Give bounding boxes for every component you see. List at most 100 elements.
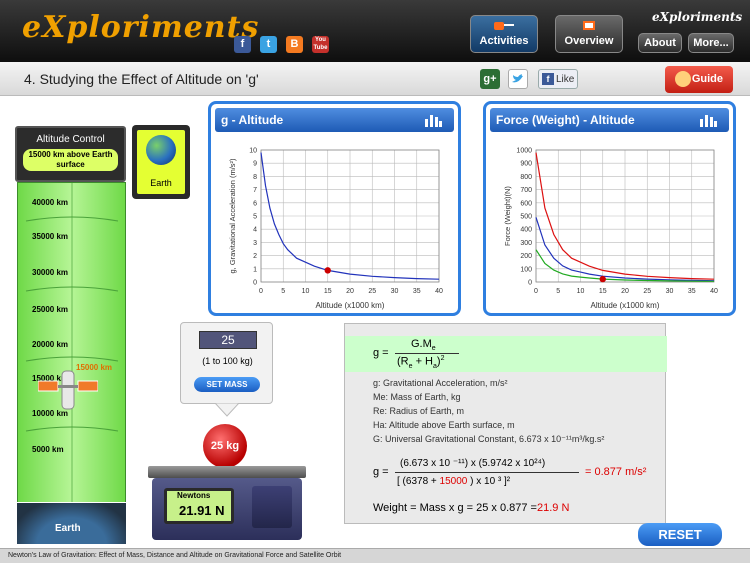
- x-tick-label: 5: [281, 288, 285, 295]
- activities-icon: [471, 20, 537, 32]
- y-tick-label: 0: [253, 280, 257, 287]
- google-plus-button[interactable]: g+: [480, 69, 500, 89]
- weighing-scale: Newtons 21.91 N: [152, 478, 302, 540]
- x-tick-label: 15: [599, 288, 607, 295]
- altitude-control-panel: Altitude Control 15000 km above Earth su…: [15, 126, 126, 182]
- calc-fraction-bar: [395, 472, 579, 473]
- activities-button[interactable]: Activities: [470, 15, 538, 53]
- overview-button[interactable]: Overview: [555, 15, 623, 53]
- title-bar: 4. Studying the Effect of Altitude on 'g…: [0, 62, 750, 96]
- overview-label: Overview: [564, 35, 614, 47]
- reset-button[interactable]: RESET: [638, 523, 722, 546]
- force-altitude-chart-panel: Force (Weight) - Altitude 0 5 10 15 20 25 30 35…: [483, 101, 736, 316]
- y-axis-label: g, Gravitational Acceleration (m/s²): [228, 158, 237, 274]
- mass-pointer-arrow: [215, 403, 239, 417]
- y-tick-label: 1: [253, 266, 257, 273]
- facebook-icon[interactable]: f: [234, 36, 251, 53]
- y-tick-label: 6: [253, 200, 257, 207]
- x-axis-label: Altitude (x1000 km): [591, 301, 660, 310]
- x-tick-label: 15: [324, 288, 332, 295]
- current-altitude-marker: [599, 275, 606, 283]
- y-tick-label: 3: [253, 240, 257, 247]
- formula-denominator: (Re + Ha)2: [397, 355, 445, 370]
- mass-input[interactable]: 25: [199, 331, 257, 349]
- like-label: Like: [556, 74, 575, 85]
- force-altitude-chart-header: Force (Weight) - Altitude: [490, 108, 729, 132]
- facebook-like-button[interactable]: f Like: [538, 69, 578, 89]
- calc-numerator: (6.673 x 10 ⁻¹¹) x (5.9742 x 10²⁴): [400, 458, 546, 469]
- guide-button[interactable]: Guide: [665, 66, 733, 93]
- current-altitude-marker: [324, 267, 331, 274]
- twitter-icon[interactable]: t: [260, 36, 277, 53]
- y-tick-label: 1000: [516, 148, 532, 155]
- x-tick-label: 0: [534, 288, 538, 295]
- y-tick-label: 9: [253, 161, 257, 168]
- x-tick-label: 40: [435, 288, 443, 295]
- y-tick-label: 2: [253, 253, 257, 260]
- explori-logo: eXploriments: [22, 10, 260, 45]
- facebook-icon: f: [542, 73, 554, 85]
- calc-g-label: g =: [373, 466, 389, 478]
- y-tick-label: 200: [520, 253, 532, 260]
- mass-range-label: (1 to 100 kg): [202, 356, 253, 366]
- x-tick-label: 25: [368, 288, 376, 295]
- scale-unit-label: Newtons: [177, 491, 211, 500]
- earth-selector[interactable]: Earth: [132, 125, 190, 199]
- twitter-bird-icon: [512, 74, 523, 83]
- chart-title: Force (Weight) - Altitude: [496, 113, 635, 127]
- formula-numerator: G.Me: [411, 338, 436, 353]
- altitude-scale[interactable]: 40000 km 35000 km 30000 km 25000 km 2000…: [17, 182, 126, 544]
- earth-button-label: Earth: [150, 178, 172, 188]
- earth-surface-label: Earth: [55, 523, 81, 534]
- y-tick-label: 600: [520, 200, 532, 207]
- y-tick-label: 500: [520, 214, 532, 221]
- altitude-control-title: Altitude Control: [36, 134, 105, 145]
- y-tick-label: 10: [249, 148, 257, 155]
- scale-reading: 21.91 N: [179, 503, 225, 518]
- formula-g-label: g =: [373, 347, 389, 359]
- y-tick-label: 700: [520, 187, 532, 194]
- about-button[interactable]: About: [638, 33, 682, 53]
- youtube-icon[interactable]: You Tube: [312, 36, 329, 53]
- g-formula: g = G.Me (Re + Ha)2: [345, 336, 667, 372]
- x-tick-label: 40: [710, 288, 718, 295]
- activities-label: Activities: [479, 35, 529, 47]
- x-tick-label: 35: [688, 288, 696, 295]
- more-button[interactable]: More...: [688, 33, 734, 53]
- y-axis-label: Force (Weight)(N): [503, 186, 512, 246]
- altitude-tick: 25000 km: [32, 305, 69, 314]
- altitude-tick: 30000 km: [32, 268, 69, 277]
- formula-description: Ha: Altitude above Earth surface, m: [373, 420, 515, 430]
- y-tick-label: 8: [253, 174, 257, 181]
- g-altitude-chart-header: g - Altitude: [215, 108, 454, 132]
- set-mass-button[interactable]: SET MASS: [194, 377, 260, 392]
- x-tick-label: 10: [577, 288, 585, 295]
- chart-title: g - Altitude: [221, 113, 284, 127]
- formula-description: Me: Mass of Earth, kg: [373, 392, 461, 402]
- y-tick-label: 800: [520, 174, 532, 181]
- bar-chart-icon[interactable]: [699, 113, 717, 127]
- footer: Newton's Law of Gravitation: Effect of M…: [0, 548, 750, 563]
- y-tick-label: 300: [520, 240, 532, 247]
- overview-icon: [556, 20, 622, 32]
- altitude-tick: 5000 km: [32, 445, 64, 454]
- formula-panel: g = G.Me (Re + Ha)2 g: Gravitational Acc…: [344, 323, 667, 524]
- twitter-share-button[interactable]: [508, 69, 528, 89]
- blogger-icon[interactable]: B: [286, 36, 303, 53]
- earth-globe-icon: [146, 135, 176, 165]
- g-altitude-chart: 0 5 10 15 20 25 30 35 40 0 1 2 3 4 5 6 7 8 9 10 Altitude (x1…: [228, 148, 443, 311]
- altitude-tick: 35000 km: [32, 232, 69, 241]
- satellite-icon[interactable]: [38, 369, 98, 413]
- x-tick-label: 30: [391, 288, 399, 295]
- y-tick-label: 400: [520, 227, 532, 234]
- formula-fraction-bar: [395, 353, 459, 354]
- x-tick-label: 25: [643, 288, 651, 295]
- x-axis-label: Altitude (x1000 km): [316, 301, 385, 310]
- scale-plate: [148, 466, 306, 478]
- y-tick-label: 900: [520, 161, 532, 168]
- calc-result: = 0.877 m/s²: [585, 466, 647, 478]
- x-tick-label: 20: [621, 288, 629, 295]
- force-altitude-chart: 0 5 10 15 20 25 30 35 40010020030040050060070080…: [503, 148, 718, 311]
- bar-chart-icon[interactable]: [424, 113, 442, 127]
- calc-denominator: [ (6378 + 15000 ) x 10 ³ ]²: [397, 476, 511, 487]
